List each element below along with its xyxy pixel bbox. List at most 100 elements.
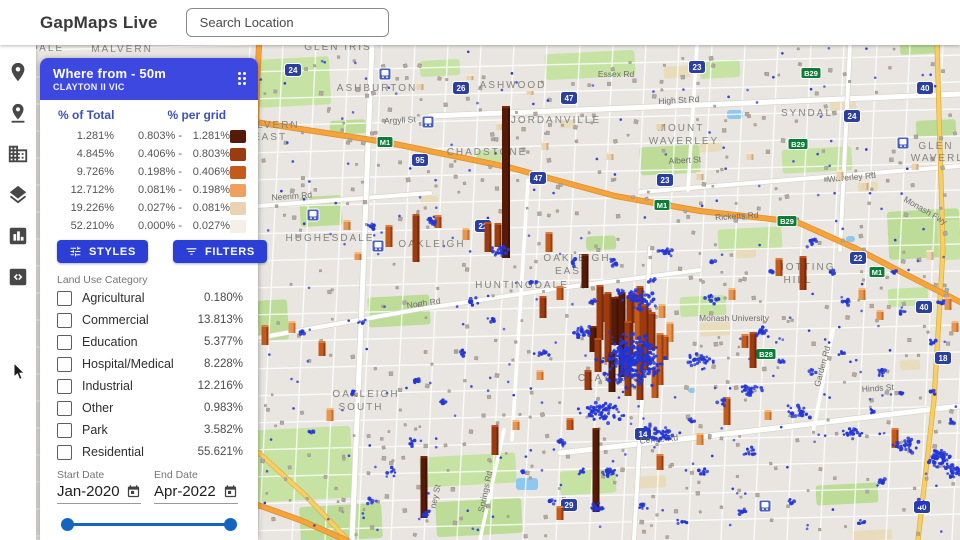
location-pin-icon[interactable] xyxy=(7,61,29,83)
data-bar xyxy=(862,181,869,190)
legend: % of Total % per grid 1.281%0.803% -1.28… xyxy=(40,100,258,235)
route-shield: M1 xyxy=(654,200,670,211)
suburb-label: EAST xyxy=(253,132,287,143)
pin-drop-icon[interactable] xyxy=(7,102,29,124)
checkbox[interactable] xyxy=(57,401,72,416)
land-use-name: Hospital/Medical xyxy=(82,357,174,371)
data-bar xyxy=(877,310,884,320)
calendar-icon[interactable] xyxy=(223,484,238,499)
data-bar xyxy=(605,292,612,362)
suburb-label: SYNDAL xyxy=(781,108,833,119)
panel-header[interactable]: Where from - 50m CLAYTON II VIC xyxy=(40,58,258,100)
land-use-row: Park3.582% xyxy=(57,419,243,441)
data-bar xyxy=(546,232,553,252)
route-shield: 24 xyxy=(285,64,302,77)
land-use-value: 55.621% xyxy=(198,446,243,458)
legend-swatch xyxy=(230,202,246,215)
land-use-value: 5.377% xyxy=(204,336,243,348)
land-use-label: Land Use Category xyxy=(57,274,258,286)
slider-handle-start[interactable] xyxy=(61,518,74,531)
land-use-value: 3.582% xyxy=(204,424,243,436)
svg-text:B28: B28 xyxy=(759,350,773,359)
data-bar xyxy=(289,321,296,333)
styles-button[interactable]: STYLES xyxy=(57,240,148,263)
road-label: Albert St xyxy=(668,154,702,166)
land-use-value: 0.983% xyxy=(204,402,243,414)
checkbox[interactable] xyxy=(57,423,72,438)
data-bar xyxy=(697,172,704,180)
legend-range-to: 0.198% xyxy=(182,184,230,196)
checkbox[interactable] xyxy=(57,445,72,460)
data-bar xyxy=(495,223,502,247)
drag-handle-icon[interactable] xyxy=(238,72,247,86)
tune-icon xyxy=(69,245,82,258)
suburb-label: ASHBURTON xyxy=(337,83,417,94)
layer-panel: Where from - 50m CLAYTON II VIC % of Tot… xyxy=(40,58,258,540)
data-bar xyxy=(527,89,534,95)
legend-total: 12.712% xyxy=(56,184,114,196)
legend-range-from: 0.081% - xyxy=(114,184,182,196)
svg-text:24: 24 xyxy=(848,112,857,121)
data-bar xyxy=(747,152,754,160)
suburb-label: WAVERLEY xyxy=(649,136,719,147)
end-date-label: End Date xyxy=(154,469,238,481)
chart-icon[interactable] xyxy=(7,225,29,247)
suburb-label: HILL xyxy=(783,275,812,286)
suburb-label: GLEN IRIS xyxy=(304,45,371,53)
svg-text:18: 18 xyxy=(939,354,948,363)
route-shield: B29 xyxy=(801,68,821,79)
data-bar xyxy=(837,170,844,180)
data-bar xyxy=(776,258,783,276)
route-shield: 47 xyxy=(561,92,578,105)
data-bar xyxy=(421,456,428,518)
svg-text:40: 40 xyxy=(921,84,930,93)
route-shield: 23 xyxy=(689,61,706,74)
filters-button[interactable]: FILTERS xyxy=(173,240,267,263)
checkbox[interactable] xyxy=(57,379,72,394)
route-shield: 40 xyxy=(916,301,933,314)
data-bar xyxy=(463,228,470,240)
svg-text:B29: B29 xyxy=(804,69,818,78)
checkbox[interactable] xyxy=(57,357,72,372)
data-bar xyxy=(607,152,614,160)
legend-range-from: 0.406% - xyxy=(114,148,182,160)
data-bar xyxy=(582,254,589,288)
svg-text:23: 23 xyxy=(661,176,670,185)
svg-text:26: 26 xyxy=(457,84,466,93)
data-bar xyxy=(659,304,666,318)
buildings-icon[interactable] xyxy=(7,143,29,165)
data-bar xyxy=(485,222,492,252)
start-date-input[interactable]: Jan-2020 xyxy=(57,481,141,504)
land-use-value: 8.228% xyxy=(204,358,243,370)
suburb-label: MOUNT xyxy=(658,123,705,134)
route-shield: B28 xyxy=(756,349,776,360)
end-date-input[interactable]: Apr-2022 xyxy=(154,481,238,504)
suburb-label: CHADSTONE xyxy=(447,147,528,158)
date-range-slider[interactable] xyxy=(57,516,241,532)
data-bar xyxy=(492,425,499,455)
data-bar xyxy=(657,454,664,470)
data-bar xyxy=(952,321,959,332)
data-bar xyxy=(557,286,564,300)
layers-icon[interactable] xyxy=(7,184,29,206)
train-station-icon xyxy=(897,137,909,149)
code-icon[interactable] xyxy=(7,266,29,288)
tool-rail xyxy=(0,45,36,540)
slider-handle-end[interactable] xyxy=(224,518,237,531)
data-bar xyxy=(859,288,866,300)
legend-range-from: 0.803% - xyxy=(114,130,182,142)
checkbox[interactable] xyxy=(57,313,72,328)
train-station-icon xyxy=(759,500,771,512)
calendar-icon[interactable] xyxy=(126,484,141,499)
legend-swatch xyxy=(230,130,246,143)
suburb-label: ASHWOOD xyxy=(480,80,547,91)
checkbox[interactable] xyxy=(57,291,72,306)
data-bar xyxy=(945,297,952,310)
data-bar xyxy=(344,220,351,230)
land-use-row: Other0.983% xyxy=(57,397,243,419)
search-location-input[interactable]: Search Location xyxy=(186,8,389,37)
filters-button-label: FILTERS xyxy=(205,246,255,258)
data-bar xyxy=(319,341,326,356)
checkbox[interactable] xyxy=(57,335,72,350)
land-use-row: Commercial13.813% xyxy=(57,309,243,331)
